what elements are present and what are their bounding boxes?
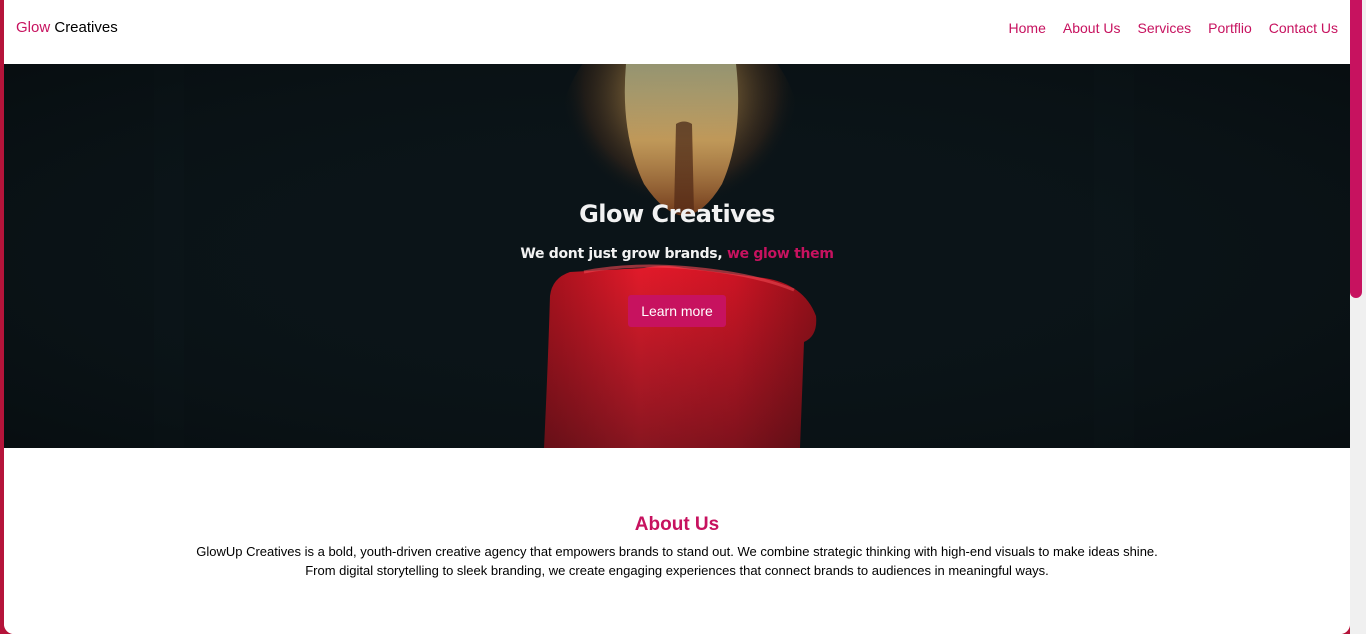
navbar: Glow Creatives Home About Us Services Po… (4, 0, 1350, 64)
brand-logo[interactable]: Glow Creatives (16, 19, 118, 36)
brand-rest: Creatives (50, 19, 118, 36)
about-title: About Us (634, 514, 720, 535)
hero-title: Glow Creatives (579, 200, 775, 228)
nav-link-contact[interactable]: Contact Us (1269, 20, 1338, 36)
about-line-2: From digital storytelling to sleek brand… (305, 563, 1049, 578)
tagline-main: We dont just grow brands, (520, 246, 727, 262)
hero-section: Glow Creatives We dont just grow brands,… (4, 64, 1350, 448)
nav-link-about[interactable]: About Us (1063, 20, 1121, 36)
brand-accent: Glow (16, 19, 51, 36)
nav-link-portfolio[interactable]: Portflio (1208, 20, 1252, 36)
page-scrollbar[interactable] (1350, 0, 1366, 634)
about-line-1: GlowUp Creatives is a bold, youth-driven… (196, 544, 1158, 559)
tagline-accent: we glow them (726, 246, 834, 262)
page: Glow Creatives Home About Us Services Po… (4, 0, 1350, 634)
about-section: About Us GlowUp Creatives is a bold, you… (4, 448, 1350, 634)
nav-link-home[interactable]: Home (1009, 20, 1046, 36)
nav-link-services[interactable]: Services (1137, 20, 1191, 36)
learn-more-button[interactable]: Learn more (628, 295, 726, 327)
hero-tagline: We dont just grow brands, we glow them (4, 246, 1350, 262)
about-text: GlowUp Creatives is a bold, youth-driven… (184, 542, 1170, 580)
hero-content: Glow Creatives We dont just grow brands,… (4, 64, 1350, 448)
nav-links: Home About Us Services Portflio Contact … (1009, 20, 1338, 36)
scrollbar-thumb[interactable] (1350, 0, 1362, 298)
